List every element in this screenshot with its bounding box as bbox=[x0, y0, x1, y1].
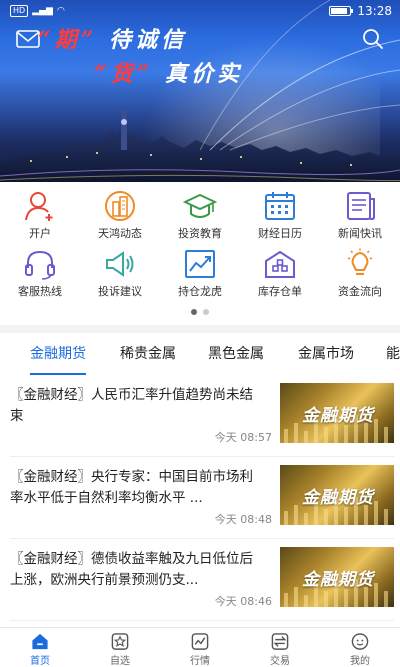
grid-item-open-account[interactable]: 开户 bbox=[0, 190, 80, 248]
grid-label: 资金流向 bbox=[338, 285, 382, 298]
quick-access-grid: 开户 天鸿动态 投资教育 财经日历 新闻快讯 客服热线 投诉建议 持仓龙虎 库存… bbox=[0, 190, 400, 300]
trade-icon bbox=[271, 633, 289, 650]
news-time: 今天 08:57 bbox=[214, 431, 272, 444]
grid-item-news-flash[interactable]: 新闻快讯 bbox=[320, 190, 400, 248]
megaphone-icon bbox=[106, 251, 134, 277]
nav-label: 交易 bbox=[270, 656, 290, 667]
grid-label: 开户 bbox=[29, 227, 51, 240]
grid-item-customer-hotline[interactable]: 客服热线 bbox=[0, 248, 80, 306]
profile-icon bbox=[351, 633, 369, 650]
nav-market[interactable]: 行情 bbox=[160, 628, 240, 667]
nav-profile[interactable]: 我的 bbox=[320, 628, 400, 667]
news-thumbnail: 金融期货 bbox=[280, 547, 394, 607]
nav-label: 自选 bbox=[110, 656, 130, 667]
grid-label: 天鸿动态 bbox=[98, 227, 142, 240]
graduation-cap-icon bbox=[183, 193, 217, 218]
warehouse-icon bbox=[265, 250, 295, 278]
news-title: 〖金融财经〗央行专家：中国目前市场利率水平低于自然利率均衡水平 ... bbox=[10, 469, 253, 506]
wifi-icon: ◠ bbox=[56, 6, 65, 16]
newspaper-icon bbox=[347, 192, 375, 220]
grid-label: 新闻快讯 bbox=[338, 227, 382, 240]
nav-label: 行情 bbox=[190, 656, 210, 667]
section-divider bbox=[0, 325, 400, 333]
home-icon bbox=[32, 633, 48, 650]
grid-item-news-dynamics[interactable]: 天鸿动态 bbox=[80, 190, 160, 248]
grid-label: 财经日历 bbox=[258, 227, 302, 240]
pager-dot[interactable] bbox=[203, 309, 209, 315]
grid-label: 客服热线 bbox=[18, 285, 62, 298]
favorites-icon bbox=[111, 633, 129, 650]
mail-icon[interactable] bbox=[16, 30, 40, 48]
status-time: 13:28 bbox=[357, 4, 392, 18]
market-chart-icon bbox=[191, 633, 209, 650]
status-left: HD ▂▄▆ ◠ bbox=[10, 5, 65, 17]
bulb-icon bbox=[347, 248, 373, 275]
grid-item-financial-calendar[interactable]: 财经日历 bbox=[240, 190, 320, 248]
slogan-line-1: “期” 待诚信 bbox=[38, 27, 187, 53]
hd-indicator: HD bbox=[10, 5, 29, 17]
grid-item-position-ranking[interactable]: 持仓龙虎 bbox=[160, 248, 240, 306]
tab-ferrous-metals[interactable]: 黑色金属 bbox=[208, 335, 264, 375]
grid-item-investment-education[interactable]: 投资教育 bbox=[160, 190, 240, 248]
signal-icon: ▂▄▆ bbox=[32, 6, 53, 16]
search-icon[interactable] bbox=[362, 28, 384, 50]
category-tabs: 金融期货 稀贵金属 黑色金属 金属市场 能 bbox=[0, 335, 400, 375]
grid-pager bbox=[0, 309, 400, 315]
grid-label: 持仓龙虎 bbox=[178, 285, 222, 298]
nav-label: 我的 bbox=[350, 656, 370, 667]
status-right: 13:28 bbox=[329, 4, 392, 18]
top-banner[interactable]: HD ▂▄▆ ◠ 13:28 “期” 待诚信 “货” 真价实 bbox=[0, 0, 400, 182]
pager-dot-active[interactable] bbox=[191, 309, 197, 315]
grid-label: 库存仓单 bbox=[258, 285, 302, 298]
tab-metal-market[interactable]: 金属市场 bbox=[298, 335, 354, 375]
battery-icon bbox=[329, 6, 354, 16]
news-title: 〖金融财经〗人民币汇率升值趋势尚未结束 bbox=[10, 387, 253, 424]
calendar-icon bbox=[265, 192, 295, 220]
slogan-line-2: “货” 真价实 bbox=[94, 61, 243, 87]
headset-icon bbox=[25, 250, 55, 280]
nav-trade[interactable]: 交易 bbox=[240, 628, 320, 667]
user-add-icon bbox=[25, 192, 53, 221]
buildings-icon bbox=[105, 191, 135, 221]
grid-item-capital-flow[interactable]: 资金流向 bbox=[320, 248, 400, 306]
news-item[interactable]: 〖金融财经〗德债收益率触及九日低位后上涨，欧洲央行前景预测仍支... 今天 08… bbox=[10, 539, 394, 621]
news-item[interactable]: 〖金融财经〗央行专家：中国目前市场利率水平低于自然利率均衡水平 ... 今天 0… bbox=[10, 457, 394, 539]
thumbnail-text: 金融期货 bbox=[302, 488, 374, 508]
thumbnail-text: 金融期货 bbox=[302, 406, 374, 426]
news-title: 〖金融财经〗德债收益率触及九日低位后上涨，欧洲央行前景预测仍支... bbox=[10, 551, 253, 588]
grid-row-1: 开户 天鸿动态 投资教育 财经日历 新闻快讯 bbox=[0, 190, 400, 248]
tab-energy[interactable]: 能 bbox=[386, 335, 400, 375]
news-thumbnail: 金融期货 bbox=[280, 465, 394, 525]
grid-label: 投诉建议 bbox=[98, 285, 142, 298]
news-thumbnail: 金融期货 bbox=[280, 383, 394, 443]
news-time: 今天 08:46 bbox=[214, 595, 272, 608]
grid-row-2: 客服热线 投诉建议 持仓龙虎 库存仓单 资金流向 bbox=[0, 248, 400, 306]
grid-label: 投资教育 bbox=[178, 227, 222, 240]
news-list: 〖金融财经〗人民币汇率升值趋势尚未结束 今天 08:57 金融期货 〖金融财经〗… bbox=[0, 375, 400, 621]
news-item[interactable]: 〖金融财经〗人民币汇率升值趋势尚未结束 今天 08:57 金融期货 bbox=[10, 375, 394, 457]
grid-item-complaints[interactable]: 投诉建议 bbox=[80, 248, 160, 306]
nav-home[interactable]: 首页 bbox=[0, 628, 80, 667]
bottom-navigation: 首页 自选 行情 交易 我的 bbox=[0, 627, 400, 667]
status-bar: HD ▂▄▆ ◠ 13:28 bbox=[0, 0, 400, 22]
nav-favorites[interactable]: 自选 bbox=[80, 628, 160, 667]
tab-precious-metals[interactable]: 稀贵金属 bbox=[120, 335, 176, 375]
thumbnail-text: 金融期货 bbox=[302, 570, 374, 590]
grid-item-warehouse-receipts[interactable]: 库存仓单 bbox=[240, 248, 320, 306]
news-time: 今天 08:48 bbox=[214, 513, 272, 526]
trend-chart-icon bbox=[185, 250, 215, 278]
tab-financial-futures[interactable]: 金融期货 bbox=[30, 335, 86, 375]
nav-label: 首页 bbox=[30, 656, 50, 667]
